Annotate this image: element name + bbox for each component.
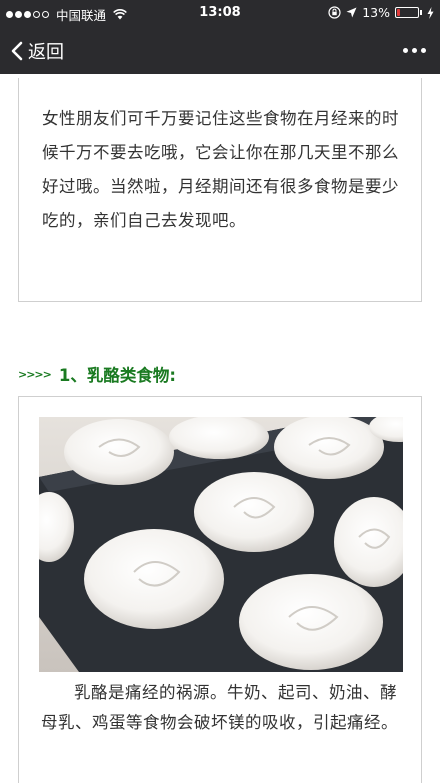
section-heading: >>>> 1、乳酪类食物: — [18, 362, 176, 386]
intro-box: 女性朋友们可千万要记住这些食物在月经来的时候千万不要去吃哦，它会让你在那几天里不… — [18, 78, 422, 302]
back-button[interactable]: 返回 — [10, 38, 64, 64]
location-arrow-icon — [346, 7, 357, 18]
orientation-lock-icon — [328, 6, 341, 19]
battery-icon — [395, 7, 419, 18]
section-body: 乳酪是痛经的祸源。牛奶、起司、奶油、酵母乳、鸡蛋等食物会破坏镁的吸收，引起痛经。 — [41, 683, 398, 732]
section-arrows: >>>> — [18, 367, 52, 381]
section-card: 乳酪是痛经的祸源。牛奶、起司、奶油、酵母乳、鸡蛋等食物会破坏镁的吸收，引起痛经。 — [18, 396, 422, 783]
battery-cap — [420, 10, 422, 15]
chevron-left-icon — [11, 41, 23, 61]
meringue-photo — [39, 417, 403, 672]
article-content: 女性朋友们可千万要记住这些食物在月经来的时候千万不要去吃哦，它会让你在那几天里不… — [0, 74, 440, 783]
status-right: 13% — [328, 5, 434, 20]
nav-bar: 返回 — [0, 26, 440, 74]
intro-text: 女性朋友们可千万要记住这些食物在月经来的时候千万不要去吃哦，它会让你在那几天里不… — [42, 109, 399, 230]
status-bar: 中国联通 13:08 13% — [0, 0, 440, 26]
battery-percent: 13% — [362, 5, 390, 20]
section-title: 1、乳酪类食物: — [58, 366, 176, 385]
charging-icon — [427, 6, 434, 19]
more-dots-icon[interactable] — [403, 48, 426, 53]
back-label: 返回 — [28, 42, 64, 63]
